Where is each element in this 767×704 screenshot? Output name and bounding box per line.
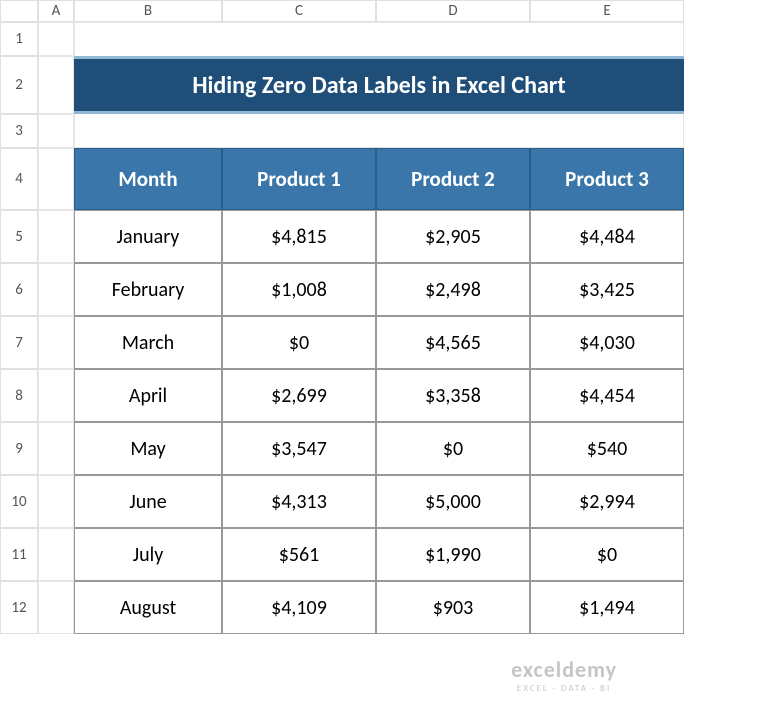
cell-e3[interactable] <box>530 114 684 148</box>
cell-a3[interactable] <box>38 114 74 148</box>
table-cell[interactable]: $0 <box>376 422 530 475</box>
cell-c1[interactable] <box>222 22 376 56</box>
cell-a2[interactable] <box>38 56 74 114</box>
cell-a10[interactable] <box>38 475 74 528</box>
row-header-10[interactable]: 10 <box>0 475 38 528</box>
cell-a9[interactable] <box>38 422 74 475</box>
table-cell[interactable]: $4,454 <box>530 369 684 422</box>
row-header-7[interactable]: 7 <box>0 316 38 369</box>
row-header-8[interactable]: 8 <box>0 369 38 422</box>
table-cell[interactable]: $4,565 <box>376 316 530 369</box>
table-cell[interactable]: $4,815 <box>222 210 376 263</box>
table-cell[interactable]: June <box>74 475 222 528</box>
table-header-product2[interactable]: Product 2 <box>376 148 530 210</box>
table-cell[interactable]: May <box>74 422 222 475</box>
table-cell[interactable]: $3,547 <box>222 422 376 475</box>
table-cell[interactable]: January <box>74 210 222 263</box>
table-cell[interactable]: August <box>74 581 222 634</box>
col-header-c[interactable]: C <box>222 0 376 22</box>
row-header-11[interactable]: 11 <box>0 528 38 581</box>
cell-a7[interactable] <box>38 316 74 369</box>
table-header-month[interactable]: Month <box>74 148 222 210</box>
table-cell[interactable]: April <box>74 369 222 422</box>
watermark: exceldemy EXCEL · DATA · BI <box>511 656 617 694</box>
cell-a1[interactable] <box>38 22 74 56</box>
select-all-corner[interactable] <box>0 0 38 22</box>
row-header-9[interactable]: 9 <box>0 422 38 475</box>
row-header-6[interactable]: 6 <box>0 263 38 316</box>
table-cell[interactable]: $1,494 <box>530 581 684 634</box>
table-cell[interactable]: $561 <box>222 528 376 581</box>
row-header-4[interactable]: 4 <box>0 148 38 210</box>
table-cell[interactable]: $5,000 <box>376 475 530 528</box>
cell-b3[interactable] <box>74 114 222 148</box>
cell-a6[interactable] <box>38 263 74 316</box>
table-cell[interactable]: $0 <box>222 316 376 369</box>
row-header-2[interactable]: 2 <box>0 56 38 114</box>
table-header-product1[interactable]: Product 1 <box>222 148 376 210</box>
table-cell[interactable]: $3,425 <box>530 263 684 316</box>
cell-e1[interactable] <box>530 22 684 56</box>
table-cell[interactable]: $2,994 <box>530 475 684 528</box>
cell-a11[interactable] <box>38 528 74 581</box>
spreadsheet-grid: A B C D E 1 2 Hiding Zero Data Labels in… <box>0 0 767 634</box>
cell-d3[interactable] <box>376 114 530 148</box>
table-cell[interactable]: March <box>74 316 222 369</box>
cell-a12[interactable] <box>38 581 74 634</box>
table-cell[interactable]: $2,905 <box>376 210 530 263</box>
row-header-3[interactable]: 3 <box>0 114 38 148</box>
table-cell[interactable]: $1,990 <box>376 528 530 581</box>
table-cell[interactable]: $2,498 <box>376 263 530 316</box>
table-cell[interactable]: $0 <box>530 528 684 581</box>
table-cell[interactable]: $903 <box>376 581 530 634</box>
table-header-product3[interactable]: Product 3 <box>530 148 684 210</box>
table-cell[interactable]: $4,109 <box>222 581 376 634</box>
col-header-e[interactable]: E <box>530 0 684 22</box>
cell-c3[interactable] <box>222 114 376 148</box>
table-cell[interactable]: $1,008 <box>222 263 376 316</box>
cell-d1[interactable] <box>376 22 530 56</box>
table-cell[interactable]: $4,484 <box>530 210 684 263</box>
table-cell[interactable]: July <box>74 528 222 581</box>
table-cell[interactable]: $2,699 <box>222 369 376 422</box>
col-header-a[interactable]: A <box>38 0 74 22</box>
cell-a8[interactable] <box>38 369 74 422</box>
table-cell[interactable]: $3,358 <box>376 369 530 422</box>
table-cell[interactable]: $4,313 <box>222 475 376 528</box>
col-header-b[interactable]: B <box>74 0 222 22</box>
table-cell[interactable]: February <box>74 263 222 316</box>
table-cell[interactable]: $4,030 <box>530 316 684 369</box>
cell-a4[interactable] <box>38 148 74 210</box>
watermark-tagline: EXCEL · DATA · BI <box>511 683 617 694</box>
page-title[interactable]: Hiding Zero Data Labels in Excel Chart <box>74 56 684 114</box>
row-header-1[interactable]: 1 <box>0 22 38 56</box>
watermark-brand: exceldemy <box>511 656 617 683</box>
row-header-12[interactable]: 12 <box>0 581 38 634</box>
cell-b1[interactable] <box>74 22 222 56</box>
row-header-5[interactable]: 5 <box>0 210 38 263</box>
cell-a5[interactable] <box>38 210 74 263</box>
col-header-d[interactable]: D <box>376 0 530 22</box>
table-cell[interactable]: $540 <box>530 422 684 475</box>
